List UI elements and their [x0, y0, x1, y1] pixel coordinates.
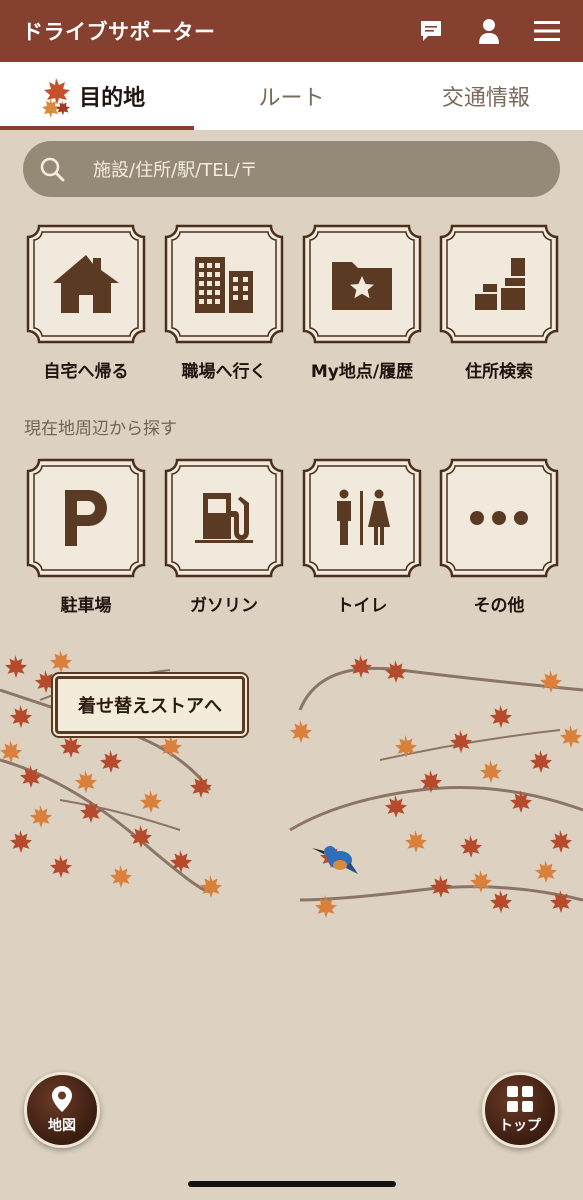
shortcut-office-label: 職場へ行く [181, 362, 267, 382]
folder-star-icon [332, 262, 392, 310]
parking-icon [65, 490, 107, 546]
map-button-label: 地図 [48, 1118, 76, 1134]
map-pin-icon [52, 1086, 72, 1112]
office-building-icon [195, 257, 253, 313]
more-icon [470, 511, 528, 525]
top-button-label: トップ [499, 1118, 541, 1134]
theme-store-button[interactable]: 着せ替えストアへ [55, 676, 245, 734]
nearby-restroom-label: トイレ [336, 596, 388, 616]
top-button[interactable]: トップ [482, 1072, 558, 1148]
home-indicator [188, 1181, 396, 1187]
tab-destination[interactable]: 目的地 [0, 62, 195, 130]
shortcut-my-places[interactable]: My地点/履歴 [301, 223, 423, 382]
nearby-more[interactable]: その他 [438, 457, 560, 616]
tab-route[interactable]: ルート [194, 62, 388, 130]
restroom-icon [337, 489, 390, 545]
grid-icon [507, 1086, 533, 1112]
shortcut-address-search[interactable]: 住所検索 [438, 223, 560, 382]
chat-icon[interactable] [417, 17, 445, 45]
tab-traffic-label: 交通情報 [441, 86, 530, 111]
tab-traffic[interactable]: 交通情報 [389, 62, 583, 130]
search-bar[interactable]: 施設/住所/駅/TEL/〒 [23, 141, 560, 197]
shortcut-office[interactable]: 職場へ行く [163, 223, 285, 382]
kingfisher-bird-illustration [312, 846, 358, 874]
gas-station-icon [195, 493, 253, 543]
app-header: ドライブサポーター [0, 0, 583, 62]
shortcut-address-search-label: 住所検索 [465, 362, 533, 382]
home-icon [53, 255, 119, 313]
nearby-section-label: 現在地周辺から探す [24, 419, 177, 439]
menu-icon[interactable] [533, 17, 561, 45]
maple-leaf-icon [42, 78, 70, 118]
map-button[interactable]: 地図 [24, 1072, 100, 1148]
search-input[interactable]: 施設/住所/駅/TEL/〒 [93, 156, 258, 182]
tab-bar: 目的地 ルート 交通情報 [0, 62, 583, 130]
tab-destination-label: 目的地 [79, 86, 146, 111]
app-title: ドライブサポーター [22, 20, 216, 44]
address-map-icon [475, 258, 525, 310]
nearby-parking-label: 駐車場 [60, 596, 112, 616]
nearby-gas-station[interactable]: ガソリン [163, 457, 285, 616]
shortcut-my-places-label: My地点/履歴 [310, 362, 414, 382]
nearby-gas-station-label: ガソリン [190, 596, 258, 616]
tab-route-label: ルート [258, 86, 325, 111]
user-icon[interactable] [475, 17, 503, 45]
shortcut-home[interactable]: 自宅へ帰る [25, 223, 147, 382]
nearby-parking[interactable]: 駐車場 [25, 457, 147, 616]
nearby-more-label: その他 [473, 596, 525, 616]
nearby-restroom[interactable]: トイレ [301, 457, 423, 616]
search-icon [40, 157, 65, 182]
shortcut-home-label: 自宅へ帰る [43, 362, 129, 382]
